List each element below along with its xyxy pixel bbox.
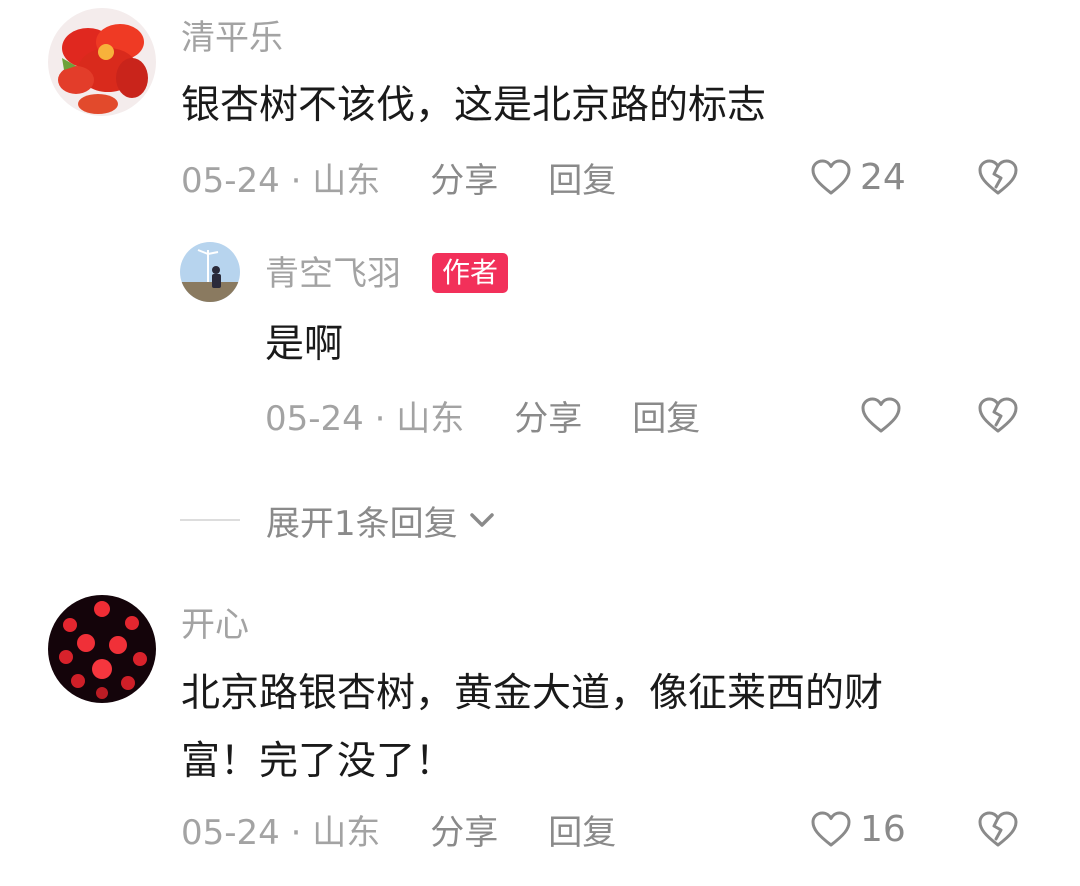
chevron-down-icon xyxy=(469,513,494,527)
broken-heart-icon xyxy=(978,397,1018,433)
reply-avatar[interactable] xyxy=(180,242,240,302)
expand-replies-label: 展开1条回复 xyxy=(266,503,458,544)
comment-text-line-1: 北京路银杏树，黄金大道，像征莱西的财 xyxy=(181,671,884,716)
reply-meta: 05-24 · 山东 分享 回复 xyxy=(265,391,700,439)
dislike-button[interactable] xyxy=(976,809,1020,849)
share-button[interactable]: 分享 xyxy=(514,391,582,440)
comment-date-location: 05-24 · 山东 xyxy=(181,812,381,853)
expand-replies-button[interactable]: 展开1条回复 xyxy=(180,498,496,544)
reply-username[interactable]: 青空飞羽 xyxy=(265,254,401,294)
dislike-button[interactable] xyxy=(976,157,1020,197)
comment-meta: 05-24 · 山东 分享 回复 xyxy=(181,805,616,853)
comment-text: 银杏树不该伐，这是北京路的标志 xyxy=(181,83,767,128)
comment-username[interactable]: 清平乐 xyxy=(181,18,283,58)
divider-line xyxy=(180,519,240,521)
heart-icon xyxy=(861,397,901,433)
comment-username[interactable]: 开心 xyxy=(181,605,249,645)
share-button[interactable]: 分享 xyxy=(430,153,498,202)
comment-list: 清平乐 银杏树不该伐，这是北京路的标志 05-24 · 山东 分享 回复 24 … xyxy=(0,0,1080,886)
author-badge: 作者 xyxy=(432,253,509,293)
reply-button[interactable]: 回复 xyxy=(632,391,700,440)
heart-icon xyxy=(811,811,851,847)
comment-meta: 05-24 · 山东 分享 回复 xyxy=(181,153,616,201)
like-count: 24 xyxy=(860,156,906,198)
heart-icon xyxy=(811,159,851,195)
broken-heart-icon xyxy=(978,159,1018,195)
avatar[interactable] xyxy=(48,595,156,703)
reply-date-location: 05-24 · 山东 xyxy=(265,398,465,439)
comment-text-line-2: 富！完了没了！ xyxy=(181,739,455,784)
like-button[interactable]: 24 xyxy=(810,153,906,201)
like-count: 16 xyxy=(860,808,906,850)
broken-heart-icon xyxy=(978,811,1018,847)
share-button[interactable]: 分享 xyxy=(430,805,498,854)
like-button[interactable]: 16 xyxy=(810,805,906,853)
reply-button[interactable]: 回复 xyxy=(548,153,616,202)
like-button[interactable] xyxy=(860,391,902,439)
dislike-button[interactable] xyxy=(976,395,1020,435)
reply-button[interactable]: 回复 xyxy=(548,805,616,854)
reply-text: 是啊 xyxy=(265,322,344,367)
avatar[interactable] xyxy=(48,8,156,116)
comment-date-location: 05-24 · 山东 xyxy=(181,160,381,201)
